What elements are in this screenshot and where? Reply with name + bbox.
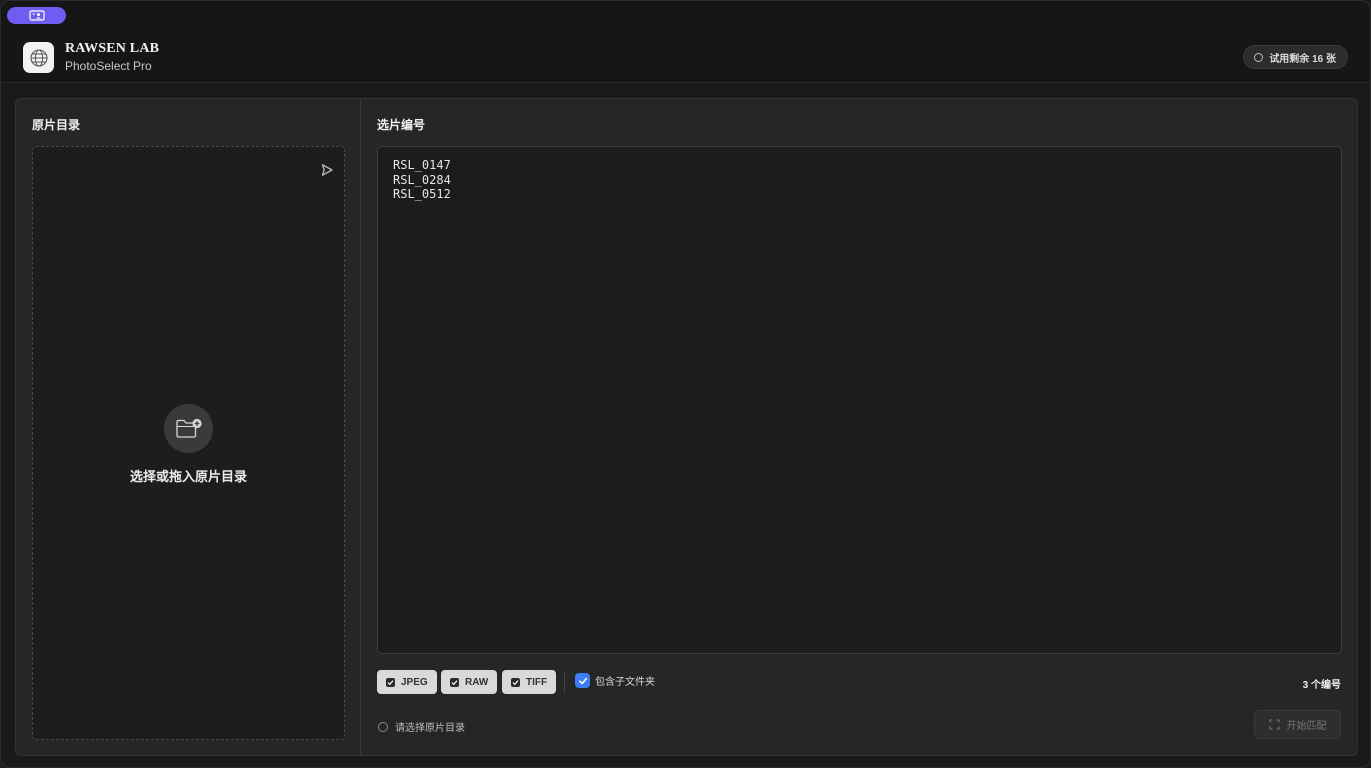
user-card-icon: [28, 10, 45, 21]
brand-subtitle: PhotoSelect Pro: [65, 59, 152, 73]
dropzone-label: 选择或拖入原片目录: [129, 469, 247, 484]
code-count: 3 个编号: [1302, 680, 1341, 691]
checkbox-checked-icon: [450, 677, 459, 687]
account-switch-pill[interactable]: [7, 7, 66, 24]
format-label: RAW: [465, 676, 489, 688]
source-directory-panel: 原片目录 选择或拖入原片目录: [16, 99, 361, 755]
format-label: TIFF: [526, 676, 548, 688]
format-chip-tiff[interactable]: TIFF: [502, 670, 557, 694]
trial-remaining-badge[interactable]: 试用剩余 16 张: [1243, 45, 1348, 69]
add-folder-button[interactable]: [164, 404, 213, 453]
divider: [564, 672, 565, 692]
selection-codes-title: 选片编号: [377, 118, 426, 132]
aperture-globe-icon: [29, 48, 48, 67]
main-panel: 原片目录 选择或拖入原片目录 选片编号 RSL_0147 RSL_0284 RS…: [15, 98, 1358, 756]
start-match-button[interactable]: 开始匹配: [1254, 710, 1341, 739]
include-subfolders-toggle[interactable]: 包含子文件夹: [575, 673, 655, 688]
status-text: 请选择原片目录: [395, 723, 465, 734]
trial-status-icon: [1254, 52, 1264, 62]
scan-frame-icon: [1268, 719, 1280, 730]
checkbox-checked-icon[interactable]: [575, 673, 590, 688]
folder-add-icon: [175, 418, 202, 438]
status-icon: [378, 721, 388, 732]
app-logo: [23, 42, 54, 73]
trial-badge-text: 试用剩余 16 张: [1269, 53, 1336, 65]
source-directory-title: 原片目录: [32, 118, 81, 132]
format-chip-jpeg[interactable]: JPEG: [377, 670, 437, 694]
checkbox-checked-icon: [511, 677, 520, 687]
title-bar: RAWSEN LAB PhotoSelect Pro 试用剩余 16 张: [1, 1, 1370, 83]
format-chip-raw[interactable]: RAW: [441, 670, 498, 694]
start-match-label: 开始匹配: [1286, 721, 1327, 732]
status-line: 请选择原片目录: [378, 719, 465, 734]
selection-codes-input[interactable]: RSL_0147 RSL_0284 RSL_0512: [377, 146, 1342, 654]
include-subfolders-label: 包含子文件夹: [595, 677, 655, 688]
source-directory-dropzone[interactable]: 选择或拖入原片目录: [32, 146, 345, 740]
brand-title: RAWSEN LAB: [65, 41, 160, 56]
cursor-arrow-icon[interactable]: [318, 161, 336, 179]
app-window: RAWSEN LAB PhotoSelect Pro 试用剩余 16 张 原片目…: [0, 0, 1371, 768]
checkbox-checked-icon: [386, 677, 395, 687]
format-label: JPEG: [401, 676, 428, 688]
